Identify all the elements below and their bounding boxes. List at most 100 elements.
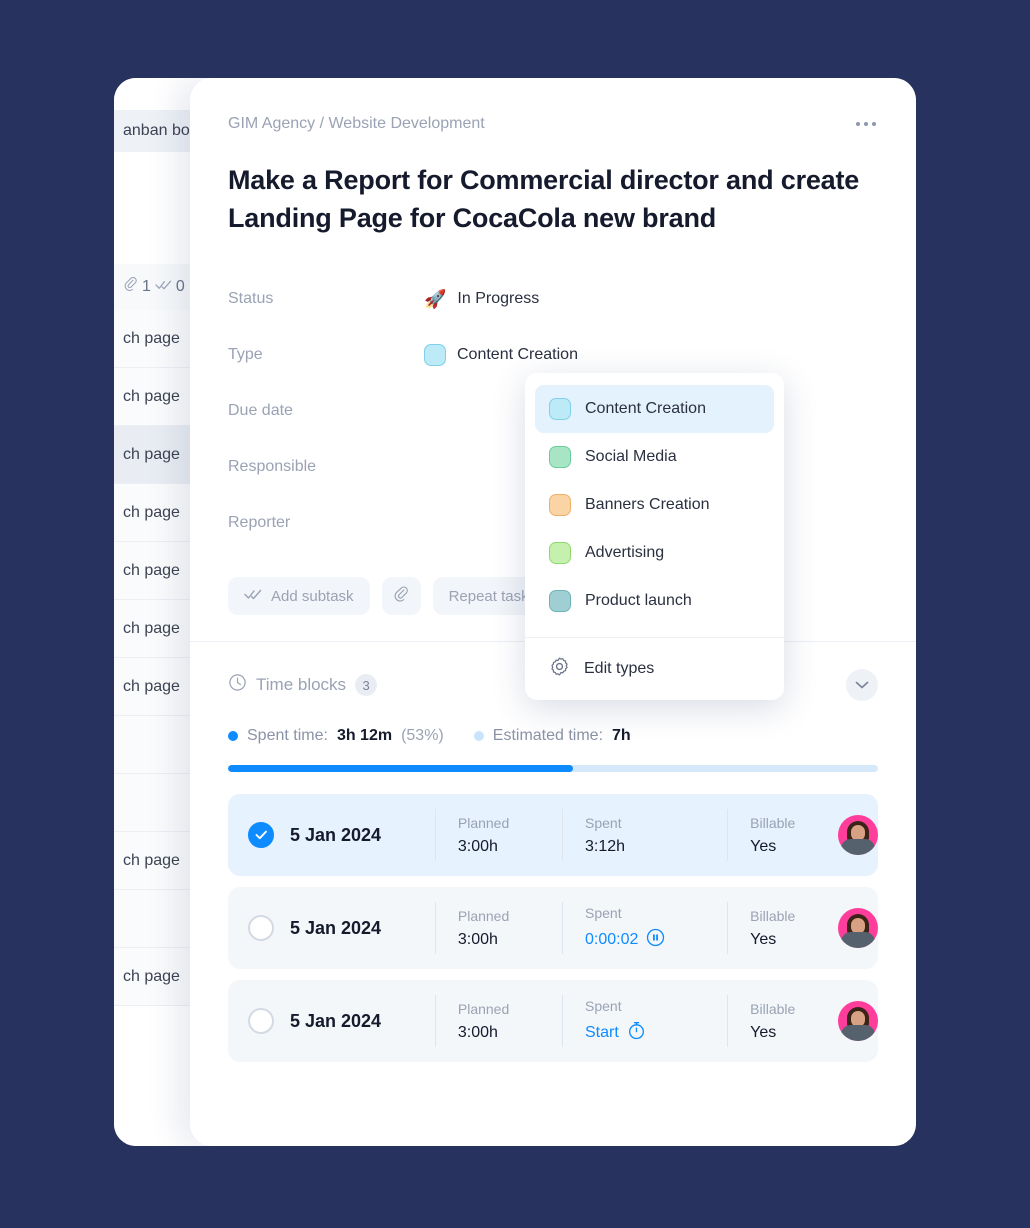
legend-dot-spent	[228, 731, 238, 741]
stopwatch-icon[interactable]	[627, 1021, 646, 1045]
subtask-count: 0	[175, 278, 185, 295]
status-text: In Progress	[457, 290, 540, 307]
billable-value: Yes	[750, 930, 777, 948]
add-subtask-button[interactable]: Add subtask	[228, 577, 370, 615]
time-block-list: 5 Jan 2024 Planned 3:00h Spent 3:12h Bil…	[228, 794, 878, 1062]
double-check-icon	[244, 587, 262, 605]
type-color-swatch	[549, 446, 571, 468]
legend-estimated-time: Estimated time: 7h	[473, 727, 631, 745]
chevron-down-icon	[855, 678, 869, 693]
planned-label: Planned	[457, 814, 510, 831]
billable-label: Billable	[750, 814, 796, 831]
spent-label: Spent	[585, 904, 622, 921]
type-option-label: Content Creation	[585, 400, 706, 417]
time-block-billable: Billable Yes	[727, 995, 838, 1047]
ellipsis-icon[interactable]	[854, 116, 878, 132]
double-check-icon	[155, 277, 172, 297]
time-blocks-count-badge: 3	[355, 674, 378, 696]
type-option-product-launch[interactable]: Product launch	[535, 577, 774, 625]
spent-label: Spent	[585, 997, 622, 1014]
field-value-type[interactable]: Content Creation	[424, 344, 578, 366]
gear-icon	[549, 656, 570, 682]
time-block-checkbox[interactable]	[248, 915, 274, 941]
legend-estimated-label: Estimated time:	[492, 727, 604, 744]
billable-value: Yes	[750, 1023, 777, 1041]
avatar[interactable]	[837, 1001, 878, 1041]
field-status[interactable]: Status 🚀 In Progress	[228, 271, 878, 327]
attachment-count: 1	[142, 278, 151, 295]
edit-types-button[interactable]: Edit types	[525, 638, 784, 700]
billable-label: Billable	[750, 1000, 796, 1017]
field-label-due-date: Due date	[228, 402, 293, 419]
field-label-responsible: Responsible	[228, 458, 317, 475]
type-option-social-media[interactable]: Social Media	[535, 433, 774, 481]
time-block-planned: Planned 3:00h	[434, 902, 562, 954]
collapse-time-blocks-button[interactable]	[846, 669, 878, 701]
type-option-label: Social Media	[585, 448, 677, 465]
planned-value: 3:00h	[457, 1023, 498, 1041]
start-timer-button[interactable]: Start	[585, 1021, 727, 1045]
clock-icon	[228, 673, 247, 697]
billable-value: Yes	[750, 837, 777, 855]
time-block-billable: Billable Yes	[727, 902, 838, 954]
type-color-swatch	[549, 542, 571, 564]
attach-file-button[interactable]	[381, 577, 421, 615]
type-color-swatch	[424, 344, 446, 366]
rocket-icon: 🚀	[424, 289, 447, 309]
modal-header: GIM Agency / Website Development	[228, 78, 878, 133]
type-option-advertising[interactable]: Advertising	[535, 529, 774, 577]
time-block-planned: Planned 3:00h	[434, 995, 562, 1047]
time-block-date: 5 Jan 2024	[290, 917, 382, 938]
field-label-status: Status	[228, 290, 274, 307]
field-label-type: Type	[228, 346, 263, 363]
edit-types-label: Edit types	[584, 660, 655, 677]
time-block-planned: Planned 3:00h	[434, 809, 562, 861]
type-text: Content Creation	[457, 346, 578, 363]
time-block-row[interactable]: 5 Jan 2024 Planned 3:00h Spent 0:00:02 B…	[228, 887, 878, 969]
time-legend: Spent time: 3h 12m (53%) Estimated time:…	[228, 727, 878, 745]
breadcrumb[interactable]: GIM Agency / Website Development	[228, 115, 485, 133]
spent-value: 3:12h	[585, 837, 626, 855]
repeat-task-label: Repeat task	[448, 587, 529, 605]
time-progress-fill	[228, 765, 573, 772]
planned-label: Planned	[457, 1000, 510, 1017]
spent-label: Spent	[585, 814, 622, 831]
time-progress-bar	[228, 765, 878, 772]
add-subtask-label: Add subtask	[271, 587, 354, 605]
time-block-date: 5 Jan 2024	[290, 824, 382, 845]
type-option-content-creation[interactable]: Content Creation	[535, 385, 774, 433]
planned-label: Planned	[457, 907, 510, 924]
avatar[interactable]	[837, 815, 878, 855]
legend-estimated-value: 7h	[612, 727, 631, 744]
time-block-checkbox[interactable]	[248, 822, 274, 848]
paperclip-icon	[123, 276, 138, 297]
legend-spent-time: Spent time: 3h 12m (53%)	[228, 727, 444, 745]
type-dropdown-menu: Content Creation Social Media Banners Cr…	[525, 373, 784, 700]
field-value-status[interactable]: 🚀 In Progress	[424, 290, 539, 308]
field-label-reporter: Reporter	[228, 514, 291, 531]
time-block-row[interactable]: 5 Jan 2024 Planned 3:00h Spent 3:12h Bil…	[228, 794, 878, 876]
time-block-row[interactable]: 5 Jan 2024 Planned 3:00h Spent Start Bil…	[228, 980, 878, 1062]
legend-spent-percent: (53%)	[401, 727, 444, 744]
board-header-title: anban boa	[123, 122, 199, 139]
planned-value: 3:00h	[457, 930, 498, 948]
time-block-spent: Spent 0:00:02	[562, 902, 727, 954]
type-color-swatch	[549, 398, 571, 420]
avatar[interactable]	[837, 908, 878, 948]
type-option-label: Product launch	[585, 592, 692, 609]
spent-value: 0:00:02	[585, 930, 639, 948]
time-block-checkbox[interactable]	[248, 1008, 274, 1034]
type-option-banners-creation[interactable]: Banners Creation	[535, 481, 774, 529]
billable-label: Billable	[750, 907, 796, 924]
time-block-spent: Spent Start	[562, 995, 727, 1047]
type-option-label: Advertising	[585, 544, 665, 561]
time-blocks-title: Time blocks	[256, 675, 347, 694]
spent-timer[interactable]: 0:00:02	[585, 928, 727, 952]
pause-icon[interactable]	[646, 928, 665, 952]
page-title: Make a Report for Commercial director an…	[228, 165, 860, 233]
type-color-swatch	[549, 494, 571, 516]
type-option-label: Banners Creation	[585, 496, 710, 513]
legend-spent-value: 3h 12m	[336, 727, 393, 744]
app-window: anban boa 1 0 ch page ch page ch page ch…	[114, 78, 916, 1146]
time-block-spent: Spent 3:12h	[562, 809, 727, 861]
